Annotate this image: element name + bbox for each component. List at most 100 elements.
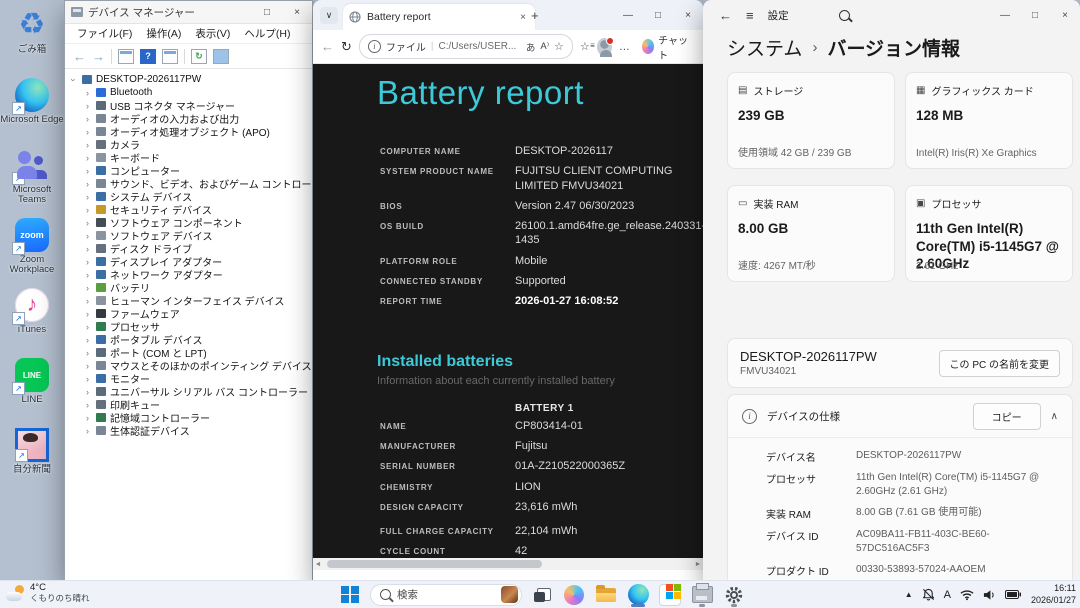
desktop-icon[interactable]: ↗ ごみ箱 [0,8,64,69]
more-menu-icon[interactable]: … [619,41,631,53]
chevron-collapsed-icon[interactable]: › [83,127,92,137]
favorite-star-icon[interactable]: ☆ [554,40,564,53]
maximize-button[interactable]: □ [643,0,673,30]
translate-icon[interactable]: あ [526,40,536,54]
minimize-button[interactable]: — [990,0,1020,30]
desktop-icon[interactable]: ↗ iTunes [0,288,64,349]
tree-item[interactable]: › 生体認証デバイス [69,424,312,439]
chevron-up-icon[interactable]: ∧ [1051,411,1058,422]
close-button[interactable]: × [282,1,312,23]
address-bar[interactable]: i ファイル | C:/Users/USER... あ A⁾ ☆ [358,34,573,59]
microsoft-store-button[interactable] [658,583,682,607]
tab-actions-menu-icon[interactable]: ∨ [320,7,338,24]
chevron-collapsed-icon[interactable]: › [83,153,92,163]
browser-tab[interactable]: Battery report × [343,4,535,30]
menu-item[interactable]: 操作(A) [140,24,187,43]
close-button[interactable]: × [1050,0,1080,30]
chevron-collapsed-icon[interactable]: › [83,270,92,280]
minimize-button[interactable]: — [613,0,643,30]
tree-item[interactable]: › ファームウェア [69,307,312,322]
clock[interactable]: 16:11 2026/01/27 [1031,583,1076,606]
chevron-collapsed-icon[interactable]: › [83,283,92,293]
spec-card[interactable]: ▦ グラフィックス カード 128 MB Intel(R) Iris(R) Xe… [905,72,1073,169]
chevron-collapsed-icon[interactable]: › [83,231,92,241]
maximize-button[interactable]: □ [252,1,282,23]
tree-item[interactable]: › ネットワーク アダプター [69,268,312,283]
tree-item[interactable]: › キーボード [69,151,312,166]
file-explorer-button[interactable] [594,583,618,607]
hidden-icons-chevron[interactable]: ▲ [905,590,913,599]
chevron-collapsed-icon[interactable]: › [83,413,92,423]
back-icon[interactable]: ← [321,39,334,54]
chevron-collapsed-icon[interactable]: › [83,374,92,384]
copilot-button[interactable] [562,583,586,607]
desktop-icon[interactable]: ↗ Microsoft Teams [0,148,64,209]
copilot-chat-button[interactable]: チャット [638,30,695,64]
read-aloud-icon[interactable]: A⁾ [540,41,549,52]
edge-button[interactable] [626,583,650,607]
forward-icon[interactable]: → [92,49,105,64]
chevron-collapsed-icon[interactable]: › [83,426,92,436]
ime-mode-indicator[interactable]: A [944,589,951,601]
horizontal-scrollbar[interactable]: ◄ ► [313,558,703,570]
chevron-collapsed-icon[interactable]: › [83,205,92,215]
scrollbar-thumb[interactable] [327,560,542,568]
device-manager-button[interactable] [690,583,714,607]
breadcrumb-parent[interactable]: システム [727,34,802,61]
chevron-collapsed-icon[interactable]: › [83,101,92,111]
task-view-button[interactable] [530,583,554,607]
chevron-collapsed-icon[interactable]: › [83,257,92,267]
spec-card[interactable]: ▭ 実装 RAM 8.00 GB 速度: 4267 MT/秒 [727,185,895,282]
refresh-icon[interactable]: ↻ [341,39,352,55]
tree-item[interactable]: › ユニバーサル シリアル バス コントローラー [69,385,312,400]
notifications-off-icon[interactable] [922,588,935,601]
desktop-icon[interactable]: ↗ Microsoft Edge [0,78,64,139]
info-icon[interactable]: i [367,40,381,53]
chevron-collapsed-icon[interactable]: › [83,179,92,189]
computer-icon[interactable] [213,48,229,64]
favorites-icon[interactable]: ☆ [580,40,595,53]
tree-item[interactable]: › オーディオ処理オブジェクト (APO) [69,125,312,140]
desktop-icon[interactable]: ↗ LINE [0,358,64,419]
menu-item[interactable]: ヘルプ(H) [238,24,296,43]
menu-item[interactable]: ファイル(F) [71,24,138,43]
properties-icon[interactable] [162,48,178,64]
spec-card[interactable]: ▣ プロセッサ 11th Gen Intel(R) Core(TM) i5-11… [905,185,1073,282]
tree-root[interactable]: › DESKTOP-2026117PW [69,73,312,86]
chevron-collapsed-icon[interactable]: › [83,114,92,124]
tree-item[interactable]: › マウスとそのほかのポインティング デバイス [69,359,312,374]
desktop-icon[interactable]: ↗ 自分新聞 [0,428,64,489]
search-icon[interactable] [838,9,850,21]
device-spec-header[interactable]: i デバイスの仕様 コピー ∧ [728,395,1072,438]
chevron-collapsed-icon[interactable]: › [83,166,92,176]
copy-button[interactable]: コピー [972,402,1041,430]
wifi-icon[interactable] [960,589,974,601]
weather-widget[interactable]: 4°C くもりのち晴れ [6,582,90,604]
tab-close-icon[interactable]: × [517,11,529,24]
chevron-expanded-icon[interactable]: › [69,75,79,84]
chevron-collapsed-icon[interactable]: › [83,335,92,345]
menu-item[interactable]: 表示(V) [189,24,236,43]
console-icon[interactable] [118,48,134,64]
spec-card[interactable]: ▤ ストレージ 239 GB 使用領域 42 GB / 239 GB [727,72,895,169]
start-button[interactable] [338,583,362,607]
profile-avatar[interactable] [596,36,614,57]
hamburger-menu-icon[interactable]: ≡ [746,8,754,23]
chevron-collapsed-icon[interactable]: › [83,348,92,358]
chevron-collapsed-icon[interactable]: › [83,218,92,228]
chevron-collapsed-icon[interactable]: › [83,244,92,254]
scroll-left-icon[interactable]: ◄ [313,561,323,568]
speaker-icon[interactable] [983,589,996,601]
chevron-collapsed-icon[interactable]: › [83,400,92,410]
chevron-collapsed-icon[interactable]: › [83,296,92,306]
taskbar-search[interactable]: 検索 [370,583,522,606]
tree-item[interactable]: › カメラ [69,138,312,153]
tree-item[interactable]: › 記憶域コントローラー [69,411,312,426]
chevron-collapsed-icon[interactable]: › [83,140,92,150]
chevron-collapsed-icon[interactable]: › [83,361,92,371]
scroll-right-icon[interactable]: ► [693,561,703,568]
desktop-icon[interactable]: ↗ Zoom Workplace [0,218,64,279]
chevron-collapsed-icon[interactable]: › [83,192,92,202]
settings-button[interactable] [722,583,746,607]
search-highlight-image[interactable] [501,586,518,603]
